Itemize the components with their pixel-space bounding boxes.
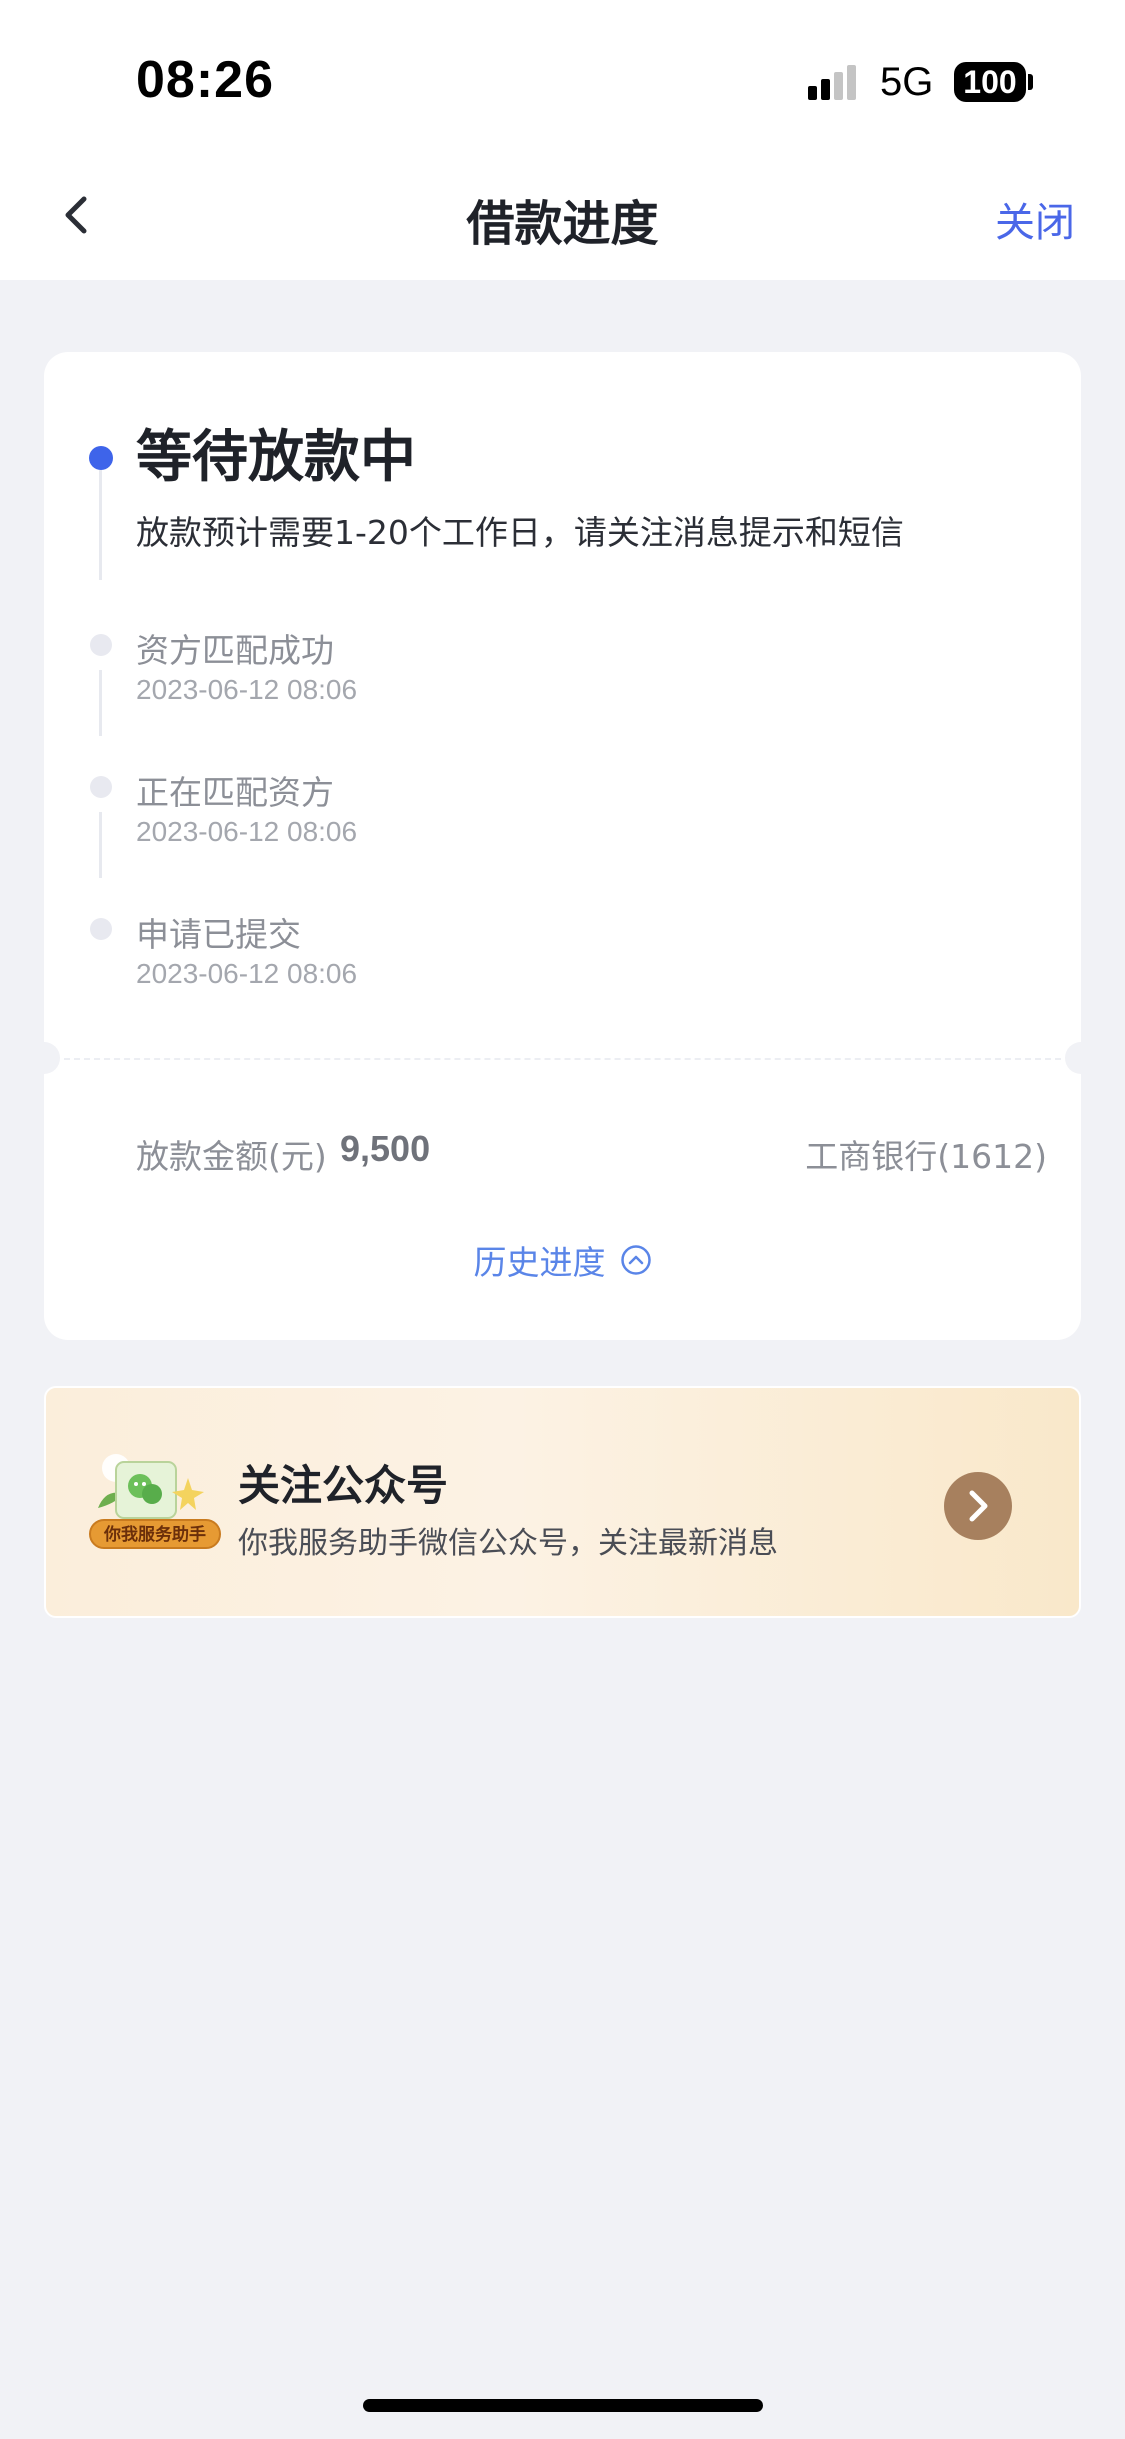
nav-bar: 借款进度 关闭 — [0, 160, 1125, 280]
status-time: 08:26 — [136, 51, 274, 109]
chevron-up-circle-icon — [620, 1245, 651, 1275]
history-progress-link[interactable]: 历史进度 — [44, 1236, 1081, 1284]
timeline-dot-active — [89, 446, 113, 470]
step-time: 2023-06-12 08:06 — [136, 674, 358, 705]
card-notch — [28, 1042, 60, 1074]
step-title: 申请已提交 — [136, 915, 301, 954]
bank-account: 工商银行(1612) — [805, 1137, 1047, 1176]
current-step-description: 放款预计需要1-20个工作日，请关注消息提示和短信 — [136, 513, 904, 552]
timeline-line — [99, 670, 102, 736]
timeline-line — [99, 812, 102, 878]
current-step-title: 等待放款中 — [136, 425, 416, 490]
follow-account-banner[interactable]: 你我服务助手 关注公众号 你我服务助手微信公众号，关注最新消息 — [44, 1386, 1081, 1618]
progress-card: 等待放款中 放款预计需要1-20个工作日，请关注消息提示和短信 资方匹配成功 2… — [28, 352, 1097, 1340]
home-indicator[interactable] — [363, 2399, 763, 2412]
close-button[interactable]: 关闭 — [995, 190, 1075, 248]
svg-text:你我服务助手: 你我服务助手 — [103, 1524, 206, 1545]
amount-value: 9,500 — [340, 1128, 431, 1169]
battery-icon: 100 — [954, 62, 1026, 102]
step-title: 资方匹配成功 — [136, 631, 334, 670]
amount-label: 放款金额(元) — [136, 1137, 327, 1176]
history-progress-label: 历史进度 — [473, 1243, 606, 1282]
status-bar: 08:26 5G 100 — [0, 0, 1125, 160]
follow-subtitle: 你我服务助手微信公众号，关注最新消息 — [238, 1526, 778, 1561]
timeline-dot — [90, 918, 112, 940]
step-time: 2023-06-12 08:06 — [136, 958, 358, 989]
network-type: 5G — [880, 60, 934, 104]
dashed-divider — [64, 1058, 1061, 1060]
card-notch — [1065, 1042, 1097, 1074]
page-title: 借款进度 — [466, 196, 659, 252]
step-time: 2023-06-12 08:06 — [136, 816, 358, 847]
timeline-dot — [90, 634, 112, 656]
follow-arrow-button[interactable] — [944, 1472, 1012, 1540]
chevron-right-icon — [969, 1490, 988, 1522]
follow-title: 关注公众号 — [238, 1461, 449, 1510]
battery-cap — [1028, 74, 1033, 90]
signal-strength-icon — [808, 65, 856, 100]
step-title: 正在匹配资方 — [136, 773, 334, 812]
timeline-line — [99, 470, 102, 580]
timeline-dot — [90, 776, 112, 798]
wechat-assistant-logo: 你我服务助手 — [89, 1454, 221, 1549]
